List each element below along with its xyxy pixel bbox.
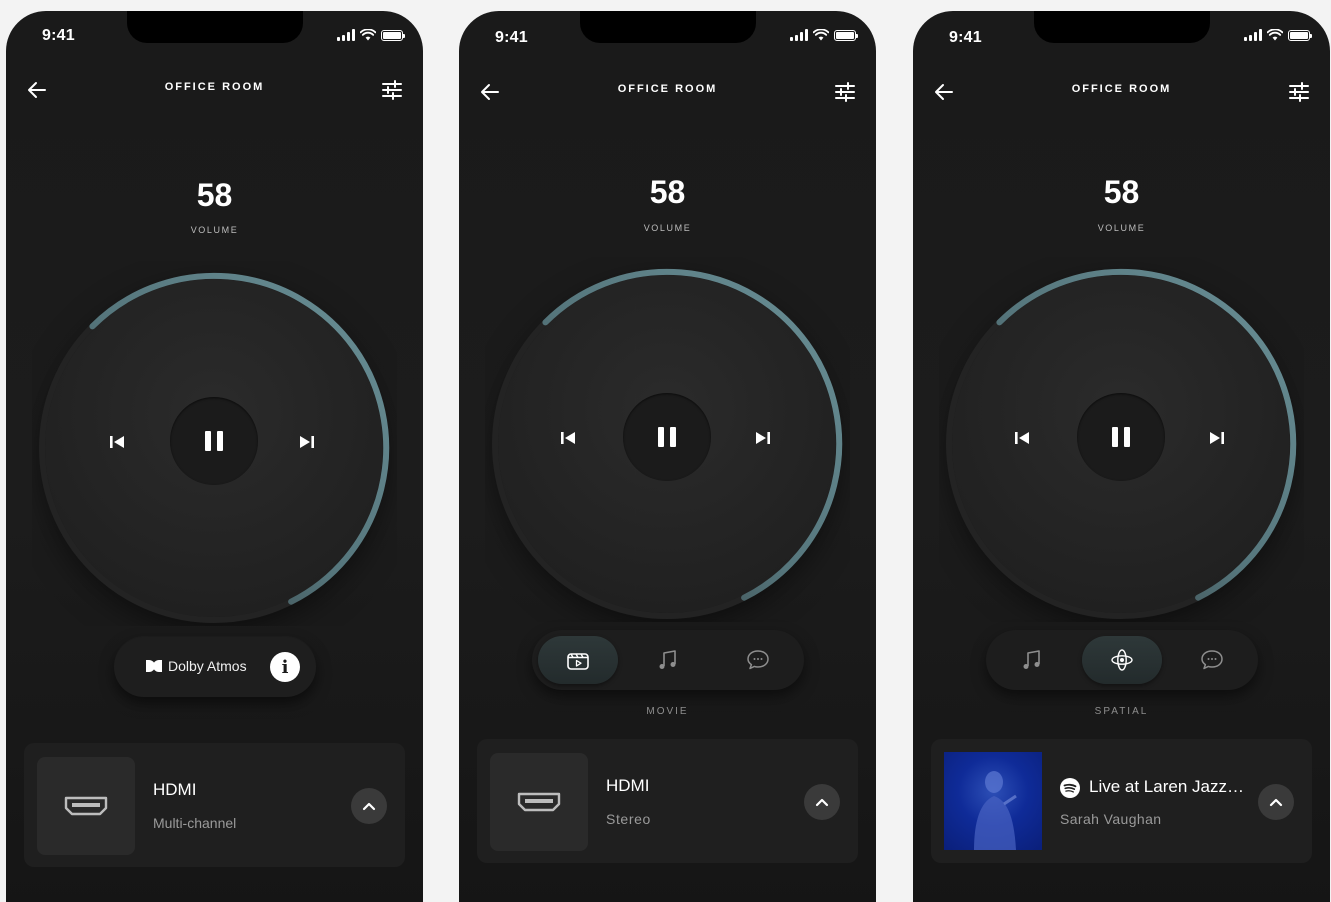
pause-button[interactable] xyxy=(170,397,258,485)
sound-mode-selector xyxy=(532,630,804,690)
volume-label: VOLUME xyxy=(643,223,692,233)
expand-button[interactable] xyxy=(804,784,840,820)
source-subtitle: Multi-channel xyxy=(153,815,237,831)
music-note-icon xyxy=(659,650,676,669)
wifi-icon xyxy=(360,29,376,41)
dolby-atmos-pill[interactable]: Dolby Atmos i xyxy=(114,637,316,697)
pause-button[interactable] xyxy=(623,393,711,481)
skip-previous-icon[interactable] xyxy=(106,431,128,453)
now-playing-card[interactable]: Live at Laren Jazz… Sarah Vaughan xyxy=(931,739,1312,863)
notch xyxy=(580,11,756,43)
hdmi-icon xyxy=(64,796,108,816)
wifi-icon xyxy=(813,29,829,41)
speech-bubble-icon xyxy=(1201,650,1223,670)
mode-music-button[interactable] xyxy=(992,636,1072,684)
mode-voice-button[interactable] xyxy=(1172,636,1252,684)
pause-button[interactable] xyxy=(1077,393,1165,481)
source-thumbnail xyxy=(490,753,588,851)
active-mode-label: MOVIE xyxy=(646,706,689,717)
cellular-signal-icon xyxy=(337,29,355,41)
battery-icon xyxy=(834,29,858,41)
status-time: 9:41 xyxy=(495,29,528,46)
mode-music-button[interactable] xyxy=(628,636,708,684)
album-art xyxy=(944,752,1042,850)
pause-icon xyxy=(205,431,223,451)
status-time: 9:41 xyxy=(949,29,982,46)
cellular-signal-icon xyxy=(1244,29,1262,41)
phone-screen-spatial: 9:41 OFFICE ROOM 58 VOLUME SPATIAL Live … xyxy=(913,11,1330,902)
chevron-up-icon xyxy=(815,798,829,807)
expand-button[interactable] xyxy=(1258,784,1294,820)
pause-icon xyxy=(1112,427,1130,447)
sound-mode-selector xyxy=(986,630,1258,690)
track-artist: Sarah Vaughan xyxy=(1060,811,1162,827)
chevron-up-icon xyxy=(1269,798,1283,807)
sliders-icon[interactable] xyxy=(381,79,403,101)
spatial-audio-icon xyxy=(1111,649,1133,671)
status-time: 9:41 xyxy=(42,27,75,44)
info-button[interactable]: i xyxy=(270,652,300,682)
mode-movie-button[interactable] xyxy=(538,636,618,684)
status-icons xyxy=(337,29,405,41)
room-title: OFFICE ROOM xyxy=(1071,83,1172,95)
active-mode-label: SPATIAL xyxy=(1094,706,1149,717)
skip-previous-icon[interactable] xyxy=(1011,427,1033,449)
canvas: 9:41 OFFICE ROOM 58 VOLUME Dolby Atmos i… xyxy=(0,0,1331,902)
mode-voice-button[interactable] xyxy=(718,636,798,684)
volume-value: 58 xyxy=(196,177,233,213)
phone-screen-dolby: 9:41 OFFICE ROOM 58 VOLUME Dolby Atmos i… xyxy=(6,11,423,902)
volume-label: VOLUME xyxy=(1097,223,1146,233)
dolby-atmos-label: Dolby Atmos xyxy=(168,658,247,674)
expand-button[interactable] xyxy=(351,788,387,824)
wifi-icon xyxy=(1267,29,1283,41)
volume-label: VOLUME xyxy=(190,225,239,235)
skip-next-icon[interactable] xyxy=(1206,427,1228,449)
source-thumbnail xyxy=(37,757,135,855)
hdmi-icon xyxy=(517,792,561,812)
info-icon: i xyxy=(281,656,289,678)
source-title: HDMI xyxy=(606,776,650,795)
track-title: Live at Laren Jazz… xyxy=(1089,777,1244,796)
source-title: HDMI xyxy=(153,780,197,799)
sliders-icon[interactable] xyxy=(1288,81,1310,103)
speech-bubble-icon xyxy=(747,650,769,670)
battery-icon xyxy=(1288,29,1312,41)
skip-previous-icon[interactable] xyxy=(557,427,579,449)
music-note-icon xyxy=(1023,650,1040,669)
singer-silhouette xyxy=(974,771,1017,850)
pause-icon xyxy=(658,427,676,447)
spotify-icon xyxy=(1060,778,1080,798)
skip-next-icon[interactable] xyxy=(752,427,774,449)
dolby-icon xyxy=(146,660,162,672)
status-icons xyxy=(790,29,858,41)
phone-screen-movie: 9:41 OFFICE ROOM 58 VOLUME MOVIE HDMI St… xyxy=(459,11,876,902)
sliders-icon[interactable] xyxy=(834,81,856,103)
room-title: OFFICE ROOM xyxy=(617,83,718,95)
mode-spatial-button[interactable] xyxy=(1082,636,1162,684)
room-title: OFFICE ROOM xyxy=(164,81,265,93)
notch xyxy=(1034,11,1210,43)
source-card[interactable]: HDMI Multi-channel xyxy=(24,743,405,867)
source-subtitle: Stereo xyxy=(606,811,651,827)
volume-value: 58 xyxy=(1103,174,1140,210)
source-card[interactable]: HDMI Stereo xyxy=(477,739,858,863)
volume-value: 58 xyxy=(649,174,686,210)
notch xyxy=(127,11,303,43)
battery-icon xyxy=(381,29,405,41)
cellular-signal-icon xyxy=(790,29,808,41)
clapperboard-icon xyxy=(567,653,589,670)
skip-next-icon[interactable] xyxy=(296,431,318,453)
chevron-up-icon xyxy=(362,802,376,811)
status-icons xyxy=(1244,29,1312,41)
